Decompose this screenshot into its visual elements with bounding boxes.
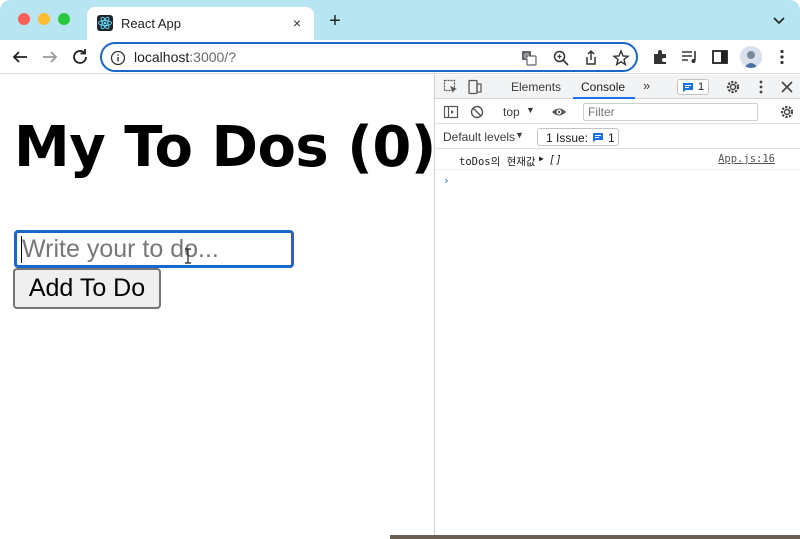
device-toolbar-icon[interactable] (467, 79, 483, 95)
forward-arrow-icon[interactable] (38, 45, 62, 69)
show-sidebar-icon[interactable] (443, 104, 459, 120)
tab-elements[interactable]: Elements (511, 80, 561, 94)
desktop-background-strip (390, 535, 800, 539)
url-host: localhost (134, 49, 190, 65)
extensions-puzzle-icon[interactable] (650, 47, 670, 67)
active-tab-indicator (573, 97, 635, 99)
url-text: localhost:3000/? (134, 49, 236, 65)
message-icon (683, 83, 693, 92)
log-levels-bar: Default levels ▼ 1 Issue: 1 (435, 125, 800, 149)
devtools-menu-icon[interactable] (753, 79, 769, 95)
todo-input[interactable] (14, 230, 294, 268)
maximize-window-button[interactable] (58, 13, 70, 25)
more-vertical-icon[interactable] (772, 47, 792, 67)
tab-react-app[interactable]: React App × (87, 7, 314, 40)
page-content: My To Dos (0) Add To Do (0, 75, 436, 539)
tab-title: React App (121, 16, 181, 31)
issue-count: 1 (608, 131, 615, 145)
context-dropdown-icon[interactable]: ▼ (526, 105, 535, 115)
side-panel-icon[interactable] (710, 47, 730, 67)
clear-console-icon[interactable] (469, 104, 485, 120)
issues-button[interactable]: 1 Issue: 1 (537, 128, 619, 146)
log-message: toDos의 현재값 (459, 156, 536, 168)
log-value: [] (549, 154, 562, 166)
svg-text:G: G (524, 53, 529, 61)
devtools-panel: Elements Console » 1 top ▼ Filter Defaul… (434, 75, 800, 539)
close-devtools-icon[interactable] (779, 79, 795, 95)
add-todo-button[interactable]: Add To Do (13, 268, 161, 309)
console-toolbar: top ▼ (435, 100, 800, 124)
site-info-icon[interactable] (110, 50, 126, 66)
address-bar[interactable]: localhost:3000/? G (100, 42, 638, 72)
text-caret (21, 236, 22, 263)
bookmark-star-icon[interactable] (612, 49, 630, 67)
context-selector[interactable]: top (503, 105, 520, 119)
settings-gear-icon[interactable] (725, 79, 741, 95)
browser-toolbar: localhost:3000/? G (0, 40, 800, 74)
issue-label: 1 Issue: (546, 131, 589, 145)
tab-close-icon[interactable]: × (288, 14, 306, 32)
console-settings-gear-icon[interactable] (779, 104, 795, 120)
share-icon[interactable] (582, 49, 600, 67)
messages-badge[interactable]: 1 (677, 79, 709, 95)
profile-avatar[interactable] (740, 46, 762, 68)
devtools-tab-bar: Elements Console » 1 (435, 75, 800, 99)
media-queue-icon[interactable] (680, 47, 700, 67)
page-title: My To Dos (0) (14, 115, 436, 180)
ibeam-cursor-icon (184, 248, 192, 264)
messages-count: 1 (698, 81, 705, 93)
new-tab-button[interactable]: + (324, 10, 346, 32)
reload-icon[interactable] (68, 45, 92, 69)
expand-triangle-icon[interactable]: ▶ (539, 154, 544, 163)
minimize-window-button[interactable] (38, 13, 50, 25)
zoom-icon[interactable] (552, 49, 570, 67)
console-prompt[interactable]: › (443, 174, 450, 187)
close-window-button[interactable] (18, 13, 30, 25)
back-arrow-icon[interactable] (8, 45, 32, 69)
log-source-link[interactable]: App.js:16 (718, 153, 775, 165)
issue-message-icon (593, 133, 603, 142)
default-levels-dropdown[interactable]: Default levels (443, 130, 515, 144)
console-filter-input[interactable] (583, 103, 758, 121)
tab-search-chevron-icon[interactable] (772, 13, 786, 27)
browser-window: React App × + localhost:3000/? G My To D… (0, 0, 800, 539)
levels-dropdown-icon[interactable]: ▼ (515, 130, 524, 140)
tab-strip: React App × + (0, 0, 800, 40)
more-tabs-icon[interactable]: » (643, 78, 650, 93)
console-log-entry[interactable]: toDos의 현재값 ▶ [] App.js:16 (435, 150, 800, 170)
url-path: :3000/? (189, 49, 236, 65)
inspect-element-icon[interactable] (443, 79, 459, 95)
live-expression-eye-icon[interactable] (551, 104, 567, 120)
tab-console[interactable]: Console (581, 80, 625, 94)
react-favicon-icon (97, 15, 113, 31)
translate-icon[interactable]: G (520, 49, 538, 67)
